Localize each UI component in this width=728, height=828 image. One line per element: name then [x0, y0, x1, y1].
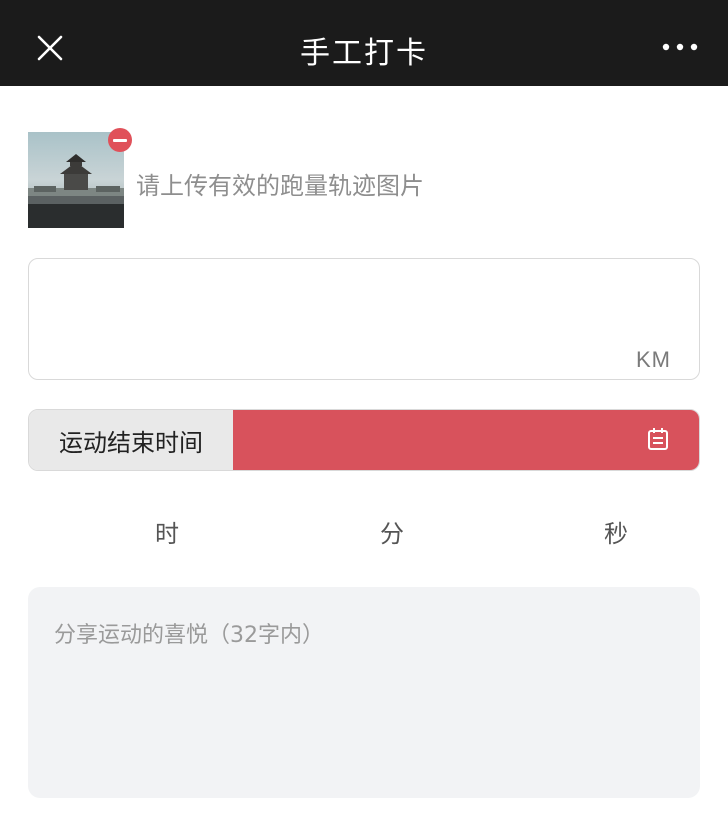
end-time-picker[interactable]: [233, 410, 699, 470]
share-box[interactable]: [28, 587, 700, 798]
top-bar: 手工打卡: [0, 0, 728, 86]
distance-unit: KM: [636, 347, 671, 372]
calendar-icon: [648, 428, 668, 450]
share-textarea[interactable]: [54, 617, 674, 777]
more-icon[interactable]: [656, 34, 704, 60]
uploaded-image-item[interactable]: [28, 128, 132, 230]
hour-label[interactable]: 时: [155, 514, 179, 549]
end-time-label: 运动结束时间: [29, 410, 233, 470]
remove-image-button[interactable]: [108, 128, 132, 152]
upload-hint: 请上传有效的跑量轨迹图片: [136, 172, 424, 200]
distance-field[interactable]: KM: [28, 258, 700, 380]
end-time-row: 运动结束时间: [28, 409, 700, 471]
page-title: 手工打卡: [300, 36, 428, 71]
distance-input[interactable]: [39, 279, 599, 349]
minute-label[interactable]: 分: [380, 514, 404, 549]
second-label[interactable]: 秒: [604, 514, 628, 549]
